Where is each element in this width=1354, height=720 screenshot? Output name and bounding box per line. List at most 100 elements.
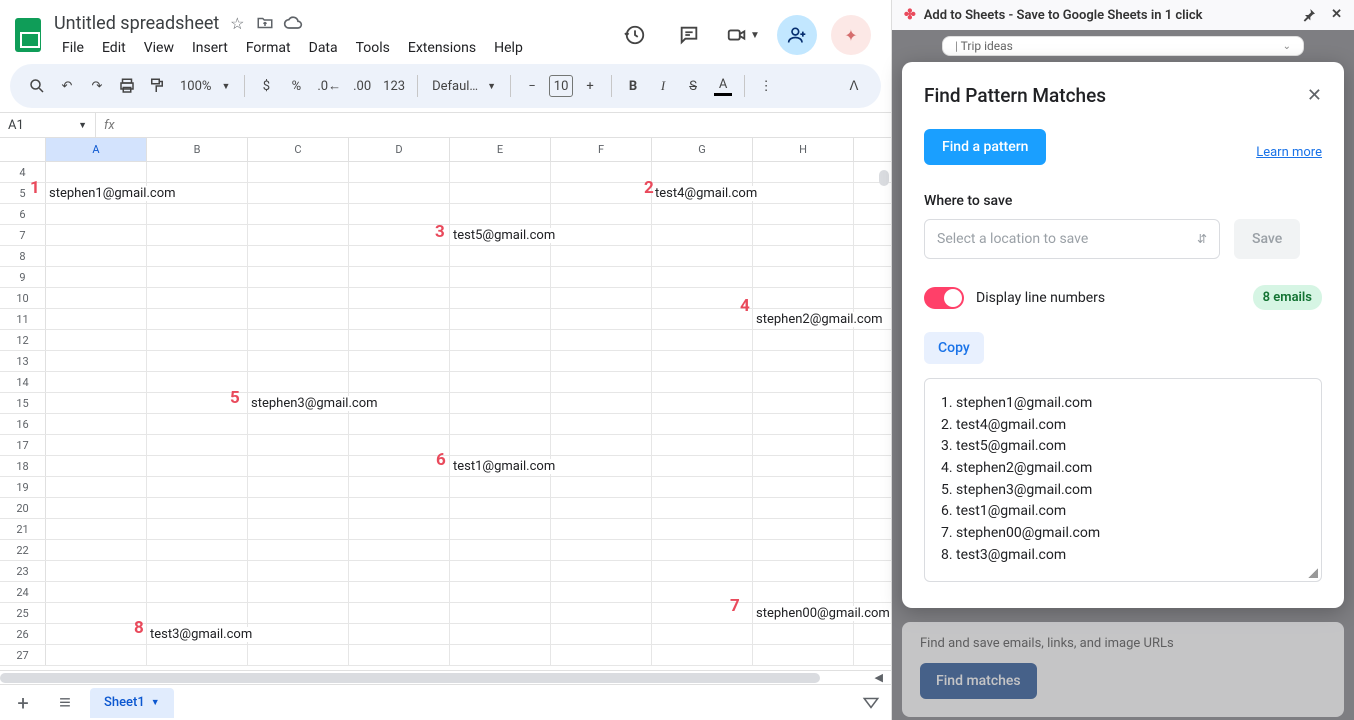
cell-B11[interactable] [147, 309, 248, 329]
cell-D12[interactable] [349, 330, 450, 350]
cell-H18[interactable] [753, 456, 854, 476]
cell-C26[interactable] [248, 624, 349, 644]
more-icon[interactable]: ⋮ [753, 72, 779, 100]
cell-E11[interactable] [450, 309, 551, 329]
cell-G10[interactable] [652, 288, 753, 308]
cell-H26[interactable] [753, 624, 854, 644]
pin-icon[interactable] [1301, 7, 1317, 23]
cell-F8[interactable] [551, 246, 652, 266]
cell-G19[interactable] [652, 477, 753, 497]
cell-B21[interactable] [147, 519, 248, 539]
find-matches-button[interactable]: Find matches [920, 663, 1037, 699]
cell-E14[interactable] [450, 372, 551, 392]
cell-A26[interactable] [46, 624, 147, 644]
cell-H5[interactable] [753, 183, 854, 203]
cell-E7[interactable]: test5@gmail.com [450, 225, 551, 245]
cell-B23[interactable] [147, 561, 248, 581]
learn-more-link[interactable]: Learn more [1256, 145, 1322, 160]
cell-H10[interactable] [753, 288, 854, 308]
print-icon[interactable] [114, 72, 140, 100]
row-head-8[interactable]: 8 [0, 246, 46, 266]
cell-G20[interactable] [652, 498, 753, 518]
cell-C9[interactable] [248, 267, 349, 287]
cell-B13[interactable] [147, 351, 248, 371]
cell-F12[interactable] [551, 330, 652, 350]
cell-D19[interactable] [349, 477, 450, 497]
cell-D5[interactable] [349, 183, 450, 203]
move-icon[interactable] [255, 13, 275, 33]
cell-A20[interactable] [46, 498, 147, 518]
cell-B15[interactable] [147, 393, 248, 413]
cell-D6[interactable] [349, 204, 450, 224]
cell-E17[interactable] [450, 435, 551, 455]
sheet-tab-active[interactable]: Sheet1▼ [90, 688, 174, 718]
paintformat-icon[interactable] [144, 72, 170, 100]
cell-E19[interactable] [450, 477, 551, 497]
cell-E21[interactable] [450, 519, 551, 539]
cell-D20[interactable] [349, 498, 450, 518]
cell-H16[interactable] [753, 414, 854, 434]
cell-E22[interactable] [450, 540, 551, 560]
chevron-down-icon[interactable]: ▼ [151, 697, 160, 708]
cell-B4[interactable] [147, 162, 248, 182]
cell-A4[interactable] [46, 162, 147, 182]
fontsize-plus[interactable]: + [577, 72, 603, 100]
cell-B26[interactable]: test3@gmail.com [147, 624, 248, 644]
menu-edit[interactable]: Edit [94, 38, 134, 58]
close-ext-icon[interactable]: ✕ [1331, 7, 1342, 23]
cell-D26[interactable] [349, 624, 450, 644]
cell-D13[interactable] [349, 351, 450, 371]
cell-A27[interactable] [46, 645, 147, 665]
cell-E5[interactable] [450, 183, 551, 203]
cell-E20[interactable] [450, 498, 551, 518]
cell-D11[interactable] [349, 309, 450, 329]
cell-B7[interactable] [147, 225, 248, 245]
cell-C27[interactable] [248, 645, 349, 665]
cell-F7[interactable] [551, 225, 652, 245]
cell-H20[interactable] [753, 498, 854, 518]
cell-G16[interactable] [652, 414, 753, 434]
cell-C7[interactable] [248, 225, 349, 245]
cell-G17[interactable] [652, 435, 753, 455]
cell-D21[interactable] [349, 519, 450, 539]
col-head-F[interactable]: F [551, 138, 652, 161]
meet-icon[interactable]: ▼ [723, 15, 763, 55]
vertical-scrollbar[interactable] [877, 168, 891, 668]
cell-E9[interactable] [450, 267, 551, 287]
cell-C16[interactable] [248, 414, 349, 434]
name-box[interactable]: A1▼ [0, 113, 96, 137]
row-head-12[interactable]: 12 [0, 330, 46, 350]
cell-G6[interactable] [652, 204, 753, 224]
cell-F24[interactable] [551, 582, 652, 602]
col-head-B[interactable]: B [147, 138, 248, 161]
cell-H21[interactable] [753, 519, 854, 539]
cell-C5[interactable] [248, 183, 349, 203]
col-head-H[interactable]: H [753, 138, 854, 161]
collapse-toolbar-icon[interactable]: ᐱ [841, 72, 867, 100]
location-select[interactable]: Select a location to save ⇵ [924, 219, 1220, 259]
row-head-7[interactable]: 7 [0, 225, 46, 245]
cell-F4[interactable] [551, 162, 652, 182]
cell-A5[interactable]: stephen1@gmail.com [46, 183, 147, 203]
row-head-15[interactable]: 15 [0, 393, 46, 413]
cell-C21[interactable] [248, 519, 349, 539]
cell-A24[interactable] [46, 582, 147, 602]
cell-B27[interactable] [147, 645, 248, 665]
comment-icon[interactable] [669, 15, 709, 55]
cell-C24[interactable] [248, 582, 349, 602]
cell-C23[interactable] [248, 561, 349, 581]
grid-body[interactable]: 45stephen1@gmail.comtest4@gmail.com67tes… [0, 162, 891, 670]
cell-D10[interactable] [349, 288, 450, 308]
cell-C12[interactable] [248, 330, 349, 350]
cell-D15[interactable] [349, 393, 450, 413]
star-icon[interactable]: ☆ [227, 13, 247, 33]
cell-B10[interactable] [147, 288, 248, 308]
cell-A14[interactable] [46, 372, 147, 392]
cell-G24[interactable] [652, 582, 753, 602]
cell-D22[interactable] [349, 540, 450, 560]
col-head-D[interactable]: D [349, 138, 450, 161]
cell-B20[interactable] [147, 498, 248, 518]
cell-B5[interactable] [147, 183, 248, 203]
history-icon[interactable] [615, 15, 655, 55]
share-button[interactable] [777, 15, 817, 55]
